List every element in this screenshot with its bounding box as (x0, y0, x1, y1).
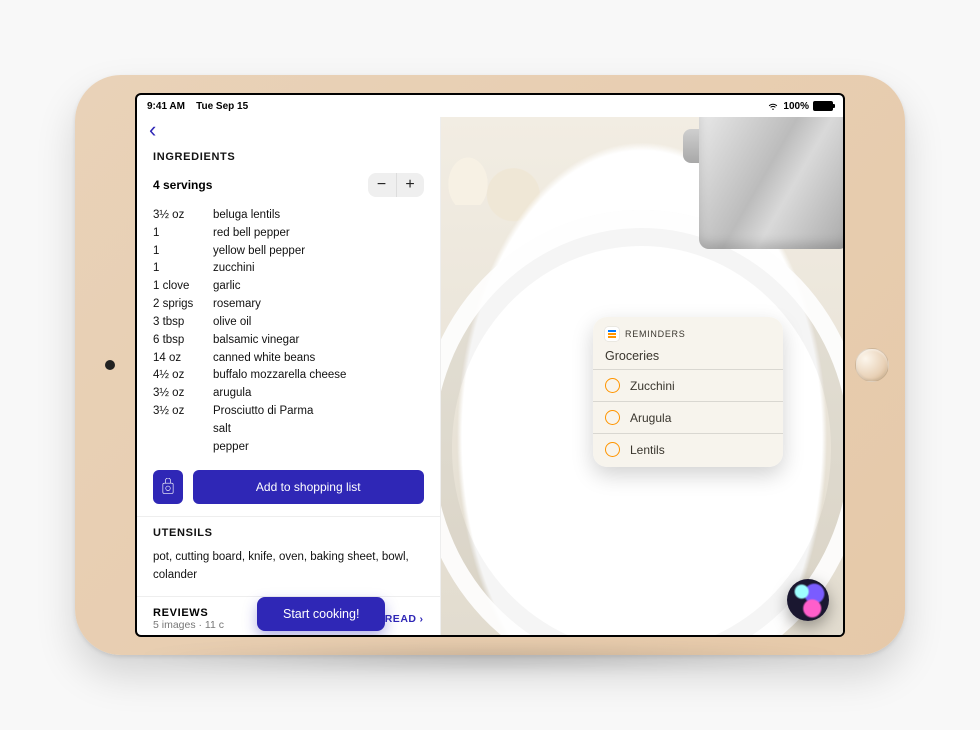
servings-label: 4 servings (153, 178, 212, 192)
reviews-sub: 5 images · 11 c (153, 619, 224, 631)
reminder-label: Arugula (630, 411, 671, 425)
ingredient-name: balsamic vinegar (213, 332, 424, 350)
recipe-pane: ‹ INGREDIENTS 4 servings − + 3½ ozbelu (137, 117, 441, 635)
ingredient-qty: 3½ oz (153, 207, 213, 225)
ingredient-qty: 1 (153, 243, 213, 261)
wifi-icon (767, 100, 779, 112)
reviews-read-link[interactable]: READ › (385, 613, 424, 625)
ingredient-name: olive oil (213, 314, 424, 332)
ingredient-row: 1zucchini (153, 260, 424, 278)
ingredient-row: 3½ ozProsciutto di Parma (153, 403, 424, 421)
chevron-right-icon: › (420, 613, 424, 625)
read-label: READ (385, 613, 417, 625)
ingredient-name: red bell pepper (213, 225, 424, 243)
reminder-radio[interactable] (605, 378, 620, 393)
home-button[interactable] (855, 348, 889, 382)
ingredients-heading: INGREDIENTS (153, 151, 424, 163)
ingredient-name: salt (213, 421, 424, 439)
ingredient-name: garlic (213, 278, 424, 296)
utensils-text: pot, cutting board, knife, oven, baking … (153, 549, 424, 584)
app-body: ‹ INGREDIENTS 4 servings − + 3½ ozbelu (137, 117, 843, 635)
siri-button[interactable] (787, 579, 829, 621)
chevron-left-icon: ‹ (149, 117, 156, 142)
ingredient-qty: 2 sprigs (153, 296, 213, 314)
battery-percent: 100% (783, 101, 809, 112)
ingredient-qty: 1 (153, 260, 213, 278)
status-time: 9:41 AM (147, 101, 185, 112)
reminder-radio[interactable] (605, 442, 620, 457)
ingredient-name: pepper (213, 439, 424, 457)
ingredient-row: 3½ ozarugula (153, 385, 424, 403)
front-camera (105, 360, 115, 370)
reminders-app-label: REMINDERS (625, 329, 685, 339)
scale-icon (160, 478, 176, 496)
scale-button[interactable] (153, 470, 183, 504)
servings-stepper: − + (368, 173, 424, 197)
ingredient-qty: 1 (153, 225, 213, 243)
ingredient-row: 14 ozcanned white beans (153, 350, 424, 368)
ingredient-name: canned white beans (213, 350, 424, 368)
ingredient-row: 1red bell pepper (153, 225, 424, 243)
garlic-clove (445, 153, 491, 205)
reminders-app-icon (605, 327, 619, 341)
ingredient-qty: 6 tbsp (153, 332, 213, 350)
ipad-frame: 9:41 AM Tue Sep 15 100% ‹ (75, 75, 905, 655)
reminder-label: Lentils (630, 443, 665, 457)
servings-row: 4 servings − + (153, 173, 424, 197)
reviews-left: REVIEWS 5 images · 11 c (153, 607, 224, 631)
utensils-section: UTENSILS pot, cutting board, knife, oven… (137, 517, 440, 597)
back-button[interactable]: ‹ (137, 117, 440, 141)
ingredient-qty (153, 421, 213, 439)
reviews-heading: REVIEWS (153, 607, 224, 619)
ingredient-row: 2 sprigsrosemary (153, 296, 424, 314)
ingredient-qty: 1 clove (153, 278, 213, 296)
ingredient-qty: 3½ oz (153, 385, 213, 403)
ingredient-row: 3 tbspolive oil (153, 314, 424, 332)
battery-icon (813, 101, 833, 111)
reminders-list-title: Groceries (593, 345, 783, 369)
ingredient-name: beluga lentils (213, 207, 424, 225)
ingredient-name: zucchini (213, 260, 424, 278)
ingredient-row: 4½ ozbuffalo mozzarella cheese (153, 367, 424, 385)
servings-plus-button[interactable]: + (396, 173, 424, 197)
ingredient-row: 1yellow bell pepper (153, 243, 424, 261)
recipe-photo-pane: REMINDERS Groceries Zucchini Arugula Lenti… (441, 117, 843, 635)
add-row: Add to shopping list (153, 470, 424, 504)
ingredient-row: 3½ ozbeluga lentils (153, 207, 424, 225)
ingredient-name: arugula (213, 385, 424, 403)
ingredient-qty: 3 tbsp (153, 314, 213, 332)
reminders-header: REMINDERS (593, 327, 783, 345)
start-cooking-button[interactable]: Start cooking! (257, 597, 385, 631)
status-left: 9:41 AM Tue Sep 15 (147, 101, 248, 112)
ingredients-list: 3½ ozbeluga lentils1red bell pepper1yell… (153, 207, 424, 456)
ingredient-row: 1 clovegarlic (153, 278, 424, 296)
ingredient-name: rosemary (213, 296, 424, 314)
status-bar: 9:41 AM Tue Sep 15 100% (137, 95, 843, 117)
utensils-heading: UTENSILS (153, 527, 424, 539)
ingredient-qty: 3½ oz (153, 403, 213, 421)
ingredient-name: yellow bell pepper (213, 243, 424, 261)
status-right: 100% (767, 100, 833, 112)
reminder-item[interactable]: Zucchini (593, 369, 783, 401)
add-to-shopping-list-button[interactable]: Add to shopping list (193, 470, 424, 504)
cooking-pot (699, 117, 843, 249)
reminder-item[interactable]: Arugula (593, 401, 783, 433)
reminder-label: Zucchini (630, 379, 675, 393)
ingredient-name: Prosciutto di Parma (213, 403, 424, 421)
servings-minus-button[interactable]: − (368, 173, 396, 197)
ingredients-section: INGREDIENTS 4 servings − + 3½ ozbeluga l… (137, 141, 440, 517)
ingredient-row: 6 tbspbalsamic vinegar (153, 332, 424, 350)
reminders-card: REMINDERS Groceries Zucchini Arugula Lenti… (593, 317, 783, 467)
ingredient-qty: 14 oz (153, 350, 213, 368)
ingredient-qty (153, 439, 213, 457)
ingredient-row: pepper (153, 439, 424, 457)
reminder-item[interactable]: Lentils (593, 433, 783, 465)
status-date: Tue Sep 15 (196, 101, 248, 112)
ingredient-name: buffalo mozzarella cheese (213, 367, 424, 385)
screen: 9:41 AM Tue Sep 15 100% ‹ (137, 95, 843, 635)
ingredient-qty: 4½ oz (153, 367, 213, 385)
screen-bezel: 9:41 AM Tue Sep 15 100% ‹ (135, 93, 845, 637)
ingredient-row: salt (153, 421, 424, 439)
reminder-radio[interactable] (605, 410, 620, 425)
